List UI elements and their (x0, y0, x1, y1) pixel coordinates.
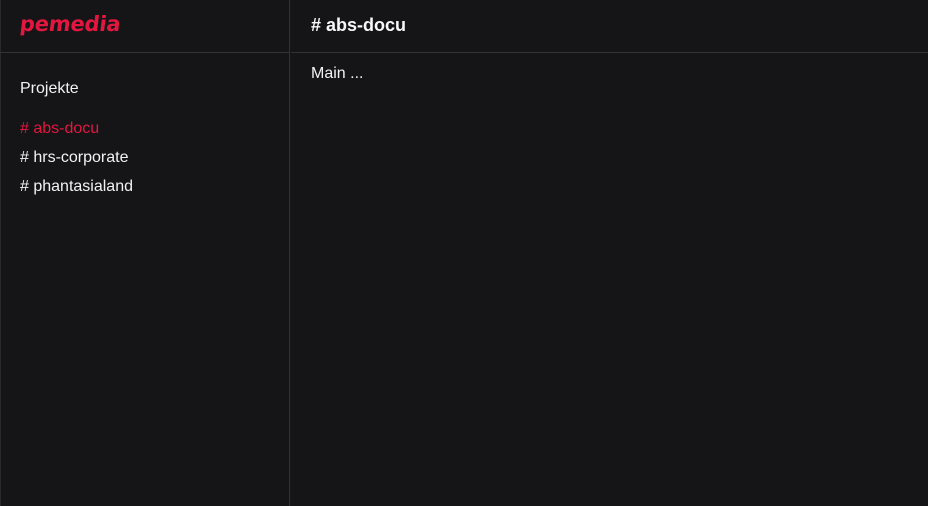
sidebar: pemedia Projekte # abs-docu # hrs-corpor… (0, 0, 290, 506)
project-item-abs-docu[interactable]: # abs-docu (20, 114, 289, 143)
brand-logo[interactable]: pemedia (19, 12, 122, 36)
main-header: # abs-docu (291, 0, 928, 53)
project-list: # abs-docu # hrs-corporate # phantasiala… (0, 114, 289, 201)
main-panel: # abs-docu Main ... (291, 0, 928, 506)
sidebar-header: pemedia (0, 0, 289, 53)
project-item-hrs-corporate[interactable]: # hrs-corporate (20, 143, 289, 172)
project-item-phantasialand[interactable]: # phantasialand (20, 172, 289, 201)
app-window: pemedia Projekte # abs-docu # hrs-corpor… (0, 0, 928, 506)
page-title: # abs-docu (311, 14, 407, 35)
projects-section-title: Projekte (20, 80, 79, 97)
main-content: Main ... (311, 65, 364, 82)
